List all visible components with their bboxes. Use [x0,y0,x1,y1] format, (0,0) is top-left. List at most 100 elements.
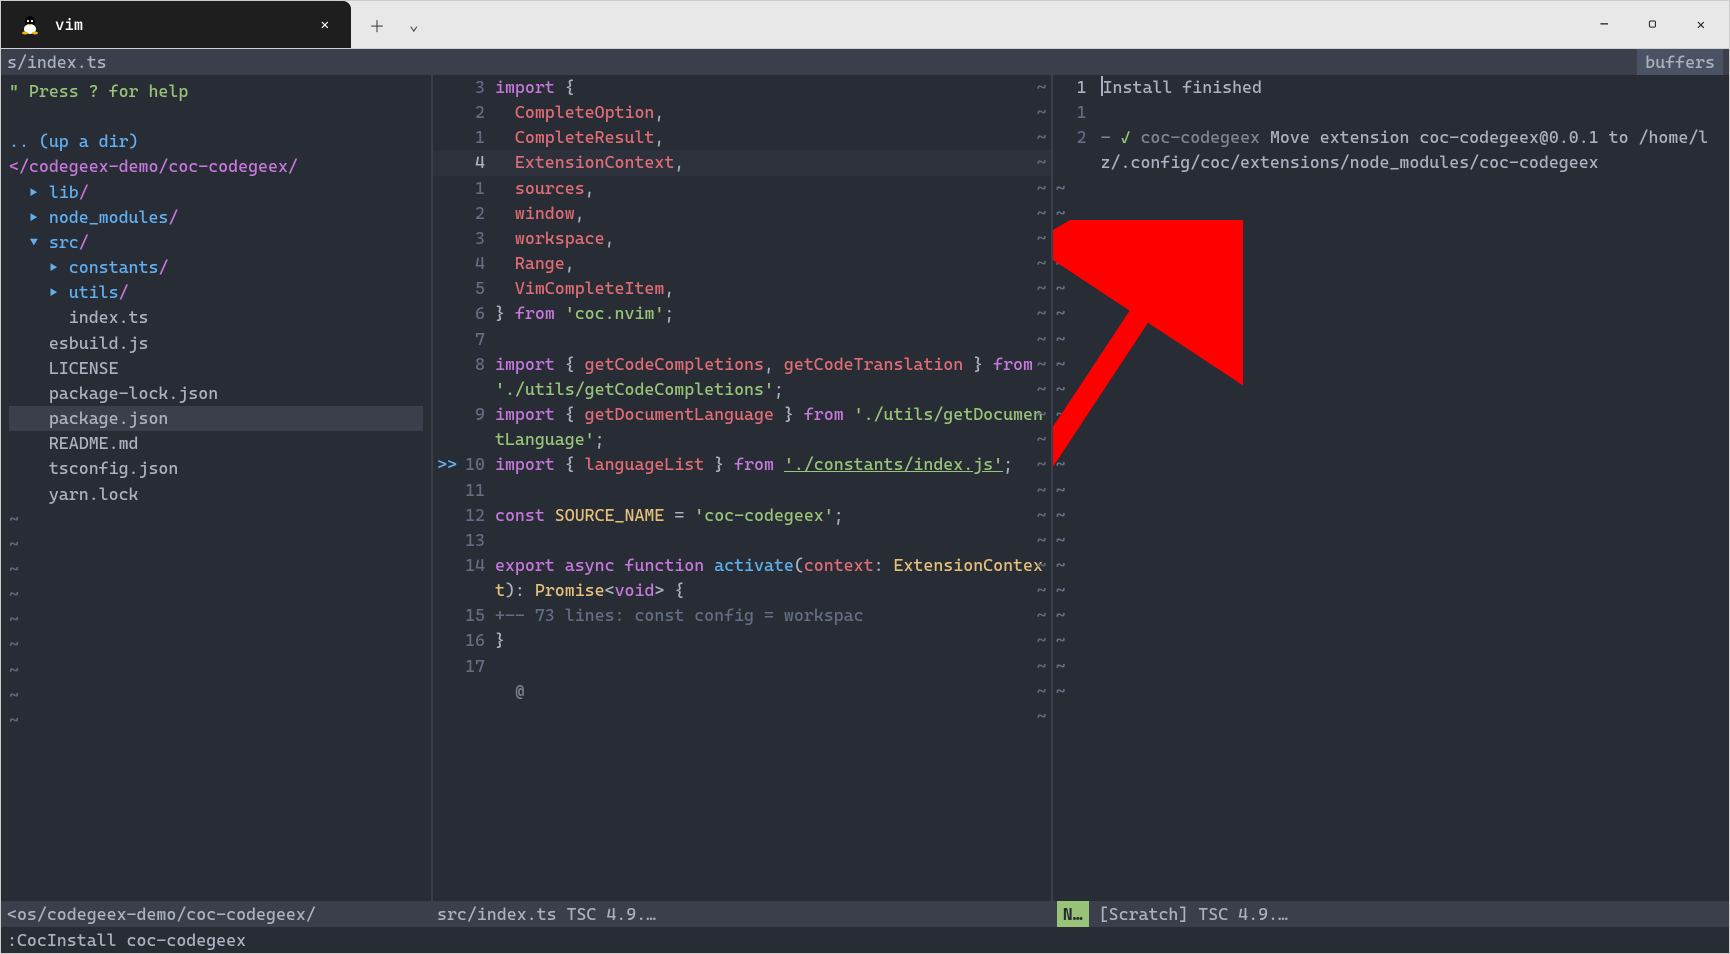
window-controls: — ▢ ✕ [1600,17,1705,33]
tilde-line: ~ [1053,352,1729,377]
log-line: 2- ✓ coc-codegeex Move extension coc-cod… [1053,125,1729,175]
tilde-line: ~ [1053,201,1729,226]
tree-file-package.json[interactable]: package.json [9,406,423,431]
tilde-line: ~ [1053,176,1729,201]
tree-dir-node_modules[interactable]: ▸ node_modules/ [9,205,423,230]
close-icon[interactable]: ✕ [1697,17,1705,33]
log-line: 1 [1053,100,1729,125]
tree-dir-utils[interactable]: ▸ utils/ [9,280,423,305]
tilde-line: ~ [1053,226,1729,251]
tree-file-LICENSE[interactable]: LICENSE [9,356,423,381]
tab-controls: ＋ ⌄ [369,13,419,37]
tilde-line: ~ [1053,528,1729,553]
topbar-path: s/index.ts [7,49,107,75]
tree-file-yarn.lock[interactable]: yarn.lock [9,482,423,507]
tab-title: vim [55,15,83,34]
tree-dir-src[interactable]: ▾ src/ [9,230,423,255]
tilde-line: ~ [1053,377,1729,402]
code-line[interactable]: 6} from 'coc.nvim'; [433,301,1051,326]
window-titlebar: vim ✕ ＋ ⌄ — ▢ ✕ [1,1,1729,49]
tilde-line: ~ [1053,578,1729,603]
tilde-line: ~ [1053,603,1729,628]
tilde-line: ~ [9,658,423,683]
code-line[interactable]: 17 [433,654,1051,679]
tilde-line: ~ [9,507,423,532]
tilde-line: ~ [9,632,423,657]
vim-panes: " Press ? for help .. (up a dir) </codeg… [1,75,1729,901]
tilde-line: ~ [1053,251,1729,276]
vim-statusline: <os/codegeex-demo/coc-codegeex/ src/inde… [1,901,1729,927]
tilde-line: ~ [1053,452,1729,477]
tree-updir[interactable]: .. (up a dir) [9,129,423,154]
code-line[interactable]: 4 Range, [433,251,1051,276]
tilde-line: ~ [9,607,423,632]
tilde-line: ~ [1053,628,1729,653]
mode-indicator: N… [1057,901,1089,927]
status-scratch: [Scratch] TSC 4.9.… [1099,901,1288,927]
tilde-line: ~ [1053,679,1729,704]
status-mid: src/index.ts TSC 4.9.… [431,901,1057,927]
code-line[interactable]: 1 CompleteResult, [433,125,1051,150]
tree-dir-lib[interactable]: ▸ lib/ [9,180,423,205]
code-line[interactable]: 11 [433,478,1051,503]
tilde-line: ~ [1053,276,1729,301]
tilde-line: ~ [1053,654,1729,679]
tree-file-README.md[interactable]: README.md [9,431,423,456]
tree-file-tsconfig.json[interactable]: tsconfig.json [9,456,423,481]
maximize-icon[interactable]: ▢ [1648,17,1656,33]
code-line[interactable]: @ [433,679,1051,704]
tree-file-index.ts[interactable]: index.ts [9,305,423,330]
code-line[interactable]: 16} [433,628,1051,653]
close-tab-icon[interactable]: ✕ [317,13,333,37]
tilde-line: ~ [1053,427,1729,452]
tilde-line: ~ [9,708,423,733]
tilde-line: ~ [1053,478,1729,503]
buffers-badge: buffers [1637,49,1723,75]
pane-separator-1[interactable] [431,75,433,901]
tux-icon [19,14,41,36]
code-line[interactable]: >>10import { languageList } from './cons… [433,452,1051,477]
tilde-line: ~ [9,557,423,582]
file-tree-pane[interactable]: " Press ? for help .. (up a dir) </codeg… [1,75,431,901]
code-line[interactable]: 3import { [433,75,1051,100]
titlebar-tabs: vim ✕ ＋ ⌄ [1,1,419,48]
tilde-line: ~ [9,532,423,557]
tree-breadcrumb: </codegeex-demo/coc-codegeex/ [9,154,423,179]
status-right: N… [Scratch] TSC 4.9.… [1057,901,1729,927]
log-pane[interactable]: 1Install finished12- ✓ coc-codegeex Move… [1053,75,1729,901]
tilde-line: ~ [1053,327,1729,352]
tilde-line: ~ [1053,301,1729,326]
code-line[interactable]: 14export async function activate(context… [433,553,1051,603]
code-line[interactable]: 2 window, [433,201,1051,226]
code-line[interactable]: 13 [433,528,1051,553]
tilde-line: ~ [9,683,423,708]
vim-content: s/index.ts buffers " Press ? for help ..… [1,49,1729,953]
log-line: 1Install finished [1053,75,1729,100]
code-line[interactable]: 3 workspace, [433,226,1051,251]
code-pane[interactable]: 3import {2 CompleteOption,1 CompleteResu… [433,75,1051,901]
code-line[interactable]: 12const SOURCE_NAME = 'coc-codegeex'; [433,503,1051,528]
code-line[interactable]: 2 CompleteOption, [433,100,1051,125]
tree-help: " Press ? for help [9,79,423,104]
tree-file-esbuild.js[interactable]: esbuild.js [9,331,423,356]
terminal-window: vim ✕ ＋ ⌄ — ▢ ✕ s/index.ts buffers " Pre… [0,0,1730,954]
terminal-tab[interactable]: vim ✕ [1,1,351,48]
tree-file-package-lock.json[interactable]: package-lock.json [9,381,423,406]
vim-cmdline[interactable]: :CocInstall coc-codegeex [1,927,1729,953]
new-tab-icon[interactable]: ＋ [369,13,385,37]
tilde-line: ~ [1053,503,1729,528]
status-left: <os/codegeex-demo/coc-codegeex/ [1,901,431,927]
code-line[interactable]: 15+-- 73 lines: const config = workspac [433,603,1051,628]
code-line[interactable]: 8import { getCodeCompletions, getCodeTra… [433,352,1051,402]
tab-menu-icon[interactable]: ⌄ [409,15,419,34]
code-line[interactable]: 7 [433,327,1051,352]
code-line[interactable]: 9import { getDocumentLanguage } from './… [433,402,1051,452]
tilde-line: ~ [9,582,423,607]
tree-dir-constants[interactable]: ▸ constants/ [9,255,423,280]
code-line[interactable]: 4 ExtensionContext, [433,150,1051,175]
code-line[interactable]: 1 sources, [433,176,1051,201]
tilde-line: ~ [1053,402,1729,427]
minimize-icon[interactable]: — [1600,17,1608,33]
tilde-line: ~ [1053,553,1729,578]
code-line[interactable]: 5 VimCompleteItem, [433,276,1051,301]
